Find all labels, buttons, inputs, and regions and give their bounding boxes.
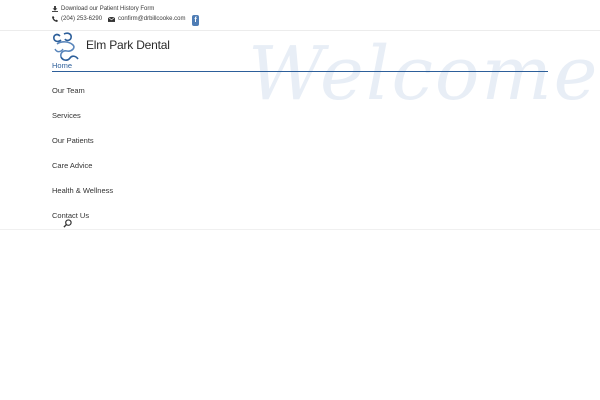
nav-item-our-patients[interactable]: Our Patients: [52, 136, 94, 145]
phone-icon: [52, 16, 58, 22]
email-address: confirm@drbillcooke.com: [118, 16, 186, 22]
page: Download our Patient History Form (204) …: [0, 0, 600, 400]
facebook-icon[interactable]: f: [192, 15, 199, 26]
tooth-logo-icon[interactable]: [51, 31, 83, 63]
download-link-label: Download our Patient History Form: [61, 6, 155, 12]
site-header: Welcome... Elm Park Dental Home Our Team…: [0, 31, 600, 230]
phone-number: (204) 253-6290: [61, 16, 103, 22]
search-icon[interactable]: [63, 219, 72, 228]
phone-link[interactable]: (204) 253-6290: [52, 16, 102, 22]
facebook-glyph: f: [194, 17, 197, 24]
brand-name[interactable]: Elm Park Dental: [86, 38, 170, 52]
patient-history-download-link[interactable]: Download our Patient History Form: [52, 6, 154, 12]
nav-item-services[interactable]: Services: [52, 111, 81, 120]
envelope-icon: [108, 16, 115, 22]
nav-item-home[interactable]: Home: [52, 61, 72, 70]
nav-item-our-team[interactable]: Our Team: [52, 86, 85, 95]
nav-item-care-advice[interactable]: Care Advice: [52, 161, 92, 170]
nav-active-underline: [52, 71, 548, 72]
download-icon: [52, 6, 58, 12]
email-link[interactable]: confirm@drbillcooke.com: [108, 16, 185, 22]
welcome-watermark: Welcome...: [248, 31, 600, 117]
nav-item-health-wellness[interactable]: Health & Wellness: [52, 186, 113, 195]
top-utility-bar: Download our Patient History Form (204) …: [0, 0, 600, 31]
